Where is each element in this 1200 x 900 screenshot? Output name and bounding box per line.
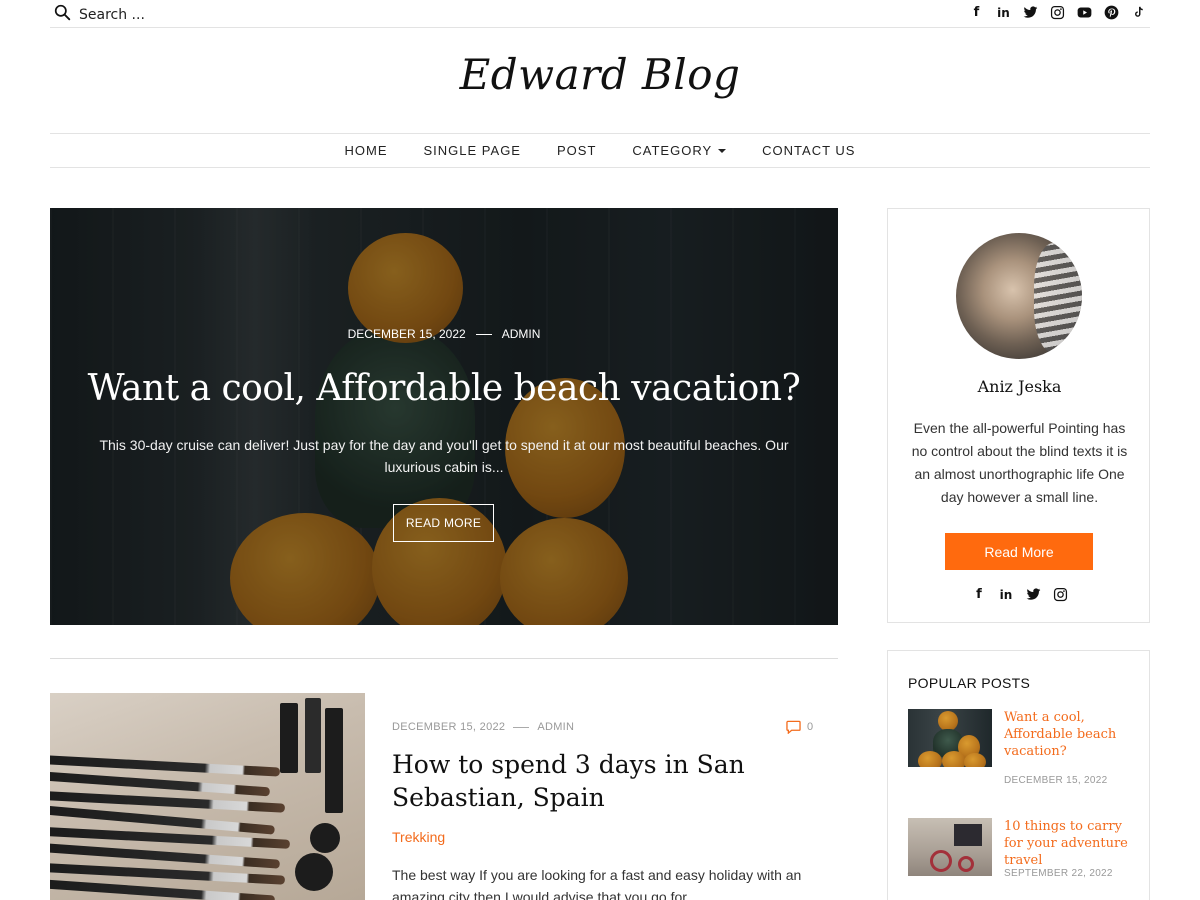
header-social-links: f in <box>969 5 1146 20</box>
main-nav: HOME SINGLE PAGE POST CATEGORY CONTACT U… <box>50 133 1150 168</box>
instagram-icon[interactable] <box>1050 5 1065 20</box>
hero-meta: DECEMBER 15, 2022 ADMIN <box>50 327 838 341</box>
post-image-tube <box>305 698 321 773</box>
post-meta: DECEMBER 15, 2022 ADMIN <box>392 721 574 733</box>
thumb-tricycle <box>930 850 952 872</box>
hero-date[interactable]: DECEMBER 15, 2022 <box>348 327 466 341</box>
thumb-tricycle <box>958 856 974 872</box>
section-divider <box>50 658 838 659</box>
post-thumbnail[interactable] <box>50 693 365 900</box>
nav-single-page[interactable]: SINGLE PAGE <box>424 143 521 158</box>
nav-home[interactable]: HOME <box>345 143 388 158</box>
thumb-pumpkin <box>938 711 958 731</box>
twitter-icon[interactable] <box>1026 587 1041 602</box>
thumb-pumpkin <box>918 751 942 767</box>
read-more-button[interactable]: Read More <box>945 533 1093 570</box>
post-date[interactable]: DECEMBER 15, 2022 <box>392 721 505 733</box>
nav-contact[interactable]: CONTACT US <box>762 143 855 158</box>
post-image-brush <box>50 754 281 777</box>
meta-separator <box>475 333 492 335</box>
search-input[interactable]: Search ... <box>79 7 145 23</box>
author-bio: Even the all-powerful Pointing has no co… <box>911 420 1128 505</box>
facebook-icon[interactable]: f <box>969 5 984 20</box>
post-image-tube <box>310 823 340 853</box>
hero-author[interactable]: ADMIN <box>502 327 541 341</box>
thumb-pumpkin <box>942 751 966 767</box>
about-widget: Aniz Jeska Even the all-powerful Pointin… <box>887 208 1150 623</box>
linkedin-icon[interactable]: in <box>999 587 1014 602</box>
thumb-pumpkin <box>964 753 986 767</box>
popular-posts-title: POPULAR POSTS <box>908 675 1031 691</box>
post-image-tube <box>295 853 333 891</box>
post-comments[interactable]: 0 <box>786 720 813 734</box>
nav-category[interactable]: CATEGORY <box>632 143 727 158</box>
popular-posts-widget: POPULAR POSTS Want a cool, Affordable be… <box>887 650 1150 900</box>
popular-post-date: SEPTEMBER 22, 2022 <box>1004 868 1113 879</box>
pinterest-icon[interactable] <box>1104 5 1119 20</box>
popular-post-title[interactable]: Want a cool, Affordable beach vacation? <box>1004 709 1134 760</box>
instagram-icon[interactable] <box>1053 587 1068 602</box>
post-author[interactable]: ADMIN <box>537 721 574 733</box>
comment-count: 0 <box>807 721 814 733</box>
search-icon[interactable] <box>54 4 71 25</box>
linkedin-icon[interactable]: in <box>996 5 1011 20</box>
avatar <box>956 233 1082 359</box>
hero-title[interactable]: Want a cool, Affordable beach vacation? <box>50 368 838 409</box>
hero-excerpt: This 30-day cruise can deliver! Just pay… <box>99 437 789 475</box>
comment-icon <box>786 720 801 734</box>
twitter-icon[interactable] <box>1023 5 1038 20</box>
site-title[interactable]: Edward Blog <box>0 50 1200 99</box>
author-social-links: f in <box>888 587 1151 602</box>
popular-post-date: DECEMBER 15, 2022 <box>1004 775 1108 786</box>
chevron-down-icon <box>718 148 727 153</box>
hero-overlay <box>50 208 838 625</box>
popular-post-title[interactable]: 10 things to carry for your adventure tr… <box>1004 818 1134 869</box>
nav-category-label: CATEGORY <box>632 143 713 158</box>
post-excerpt: The best way If you are looking for a fa… <box>392 867 802 900</box>
author-name: Aniz Jeska <box>977 377 1062 396</box>
popular-post-thumbnail[interactable] <box>908 709 992 767</box>
thumb-window <box>954 824 982 846</box>
search-box[interactable]: Search ... <box>54 4 145 25</box>
post-image-tube <box>325 708 343 813</box>
youtube-icon[interactable] <box>1077 5 1092 20</box>
hero-read-more-button[interactable]: READ MORE <box>393 504 494 542</box>
post-title[interactable]: How to spend 3 days in San Sebastian, Sp… <box>392 748 812 814</box>
facebook-icon[interactable]: f <box>972 587 987 602</box>
featured-post[interactable]: DECEMBER 15, 2022 ADMIN Want a cool, Aff… <box>50 208 838 625</box>
top-bar: Search ... f in <box>50 0 1150 28</box>
post-image-tube <box>280 703 298 773</box>
popular-post-thumbnail[interactable] <box>908 818 992 876</box>
tiktok-icon[interactable] <box>1131 5 1146 20</box>
meta-separator <box>513 726 530 728</box>
post-category[interactable]: Trekking <box>392 829 445 845</box>
nav-post[interactable]: POST <box>557 143 596 158</box>
